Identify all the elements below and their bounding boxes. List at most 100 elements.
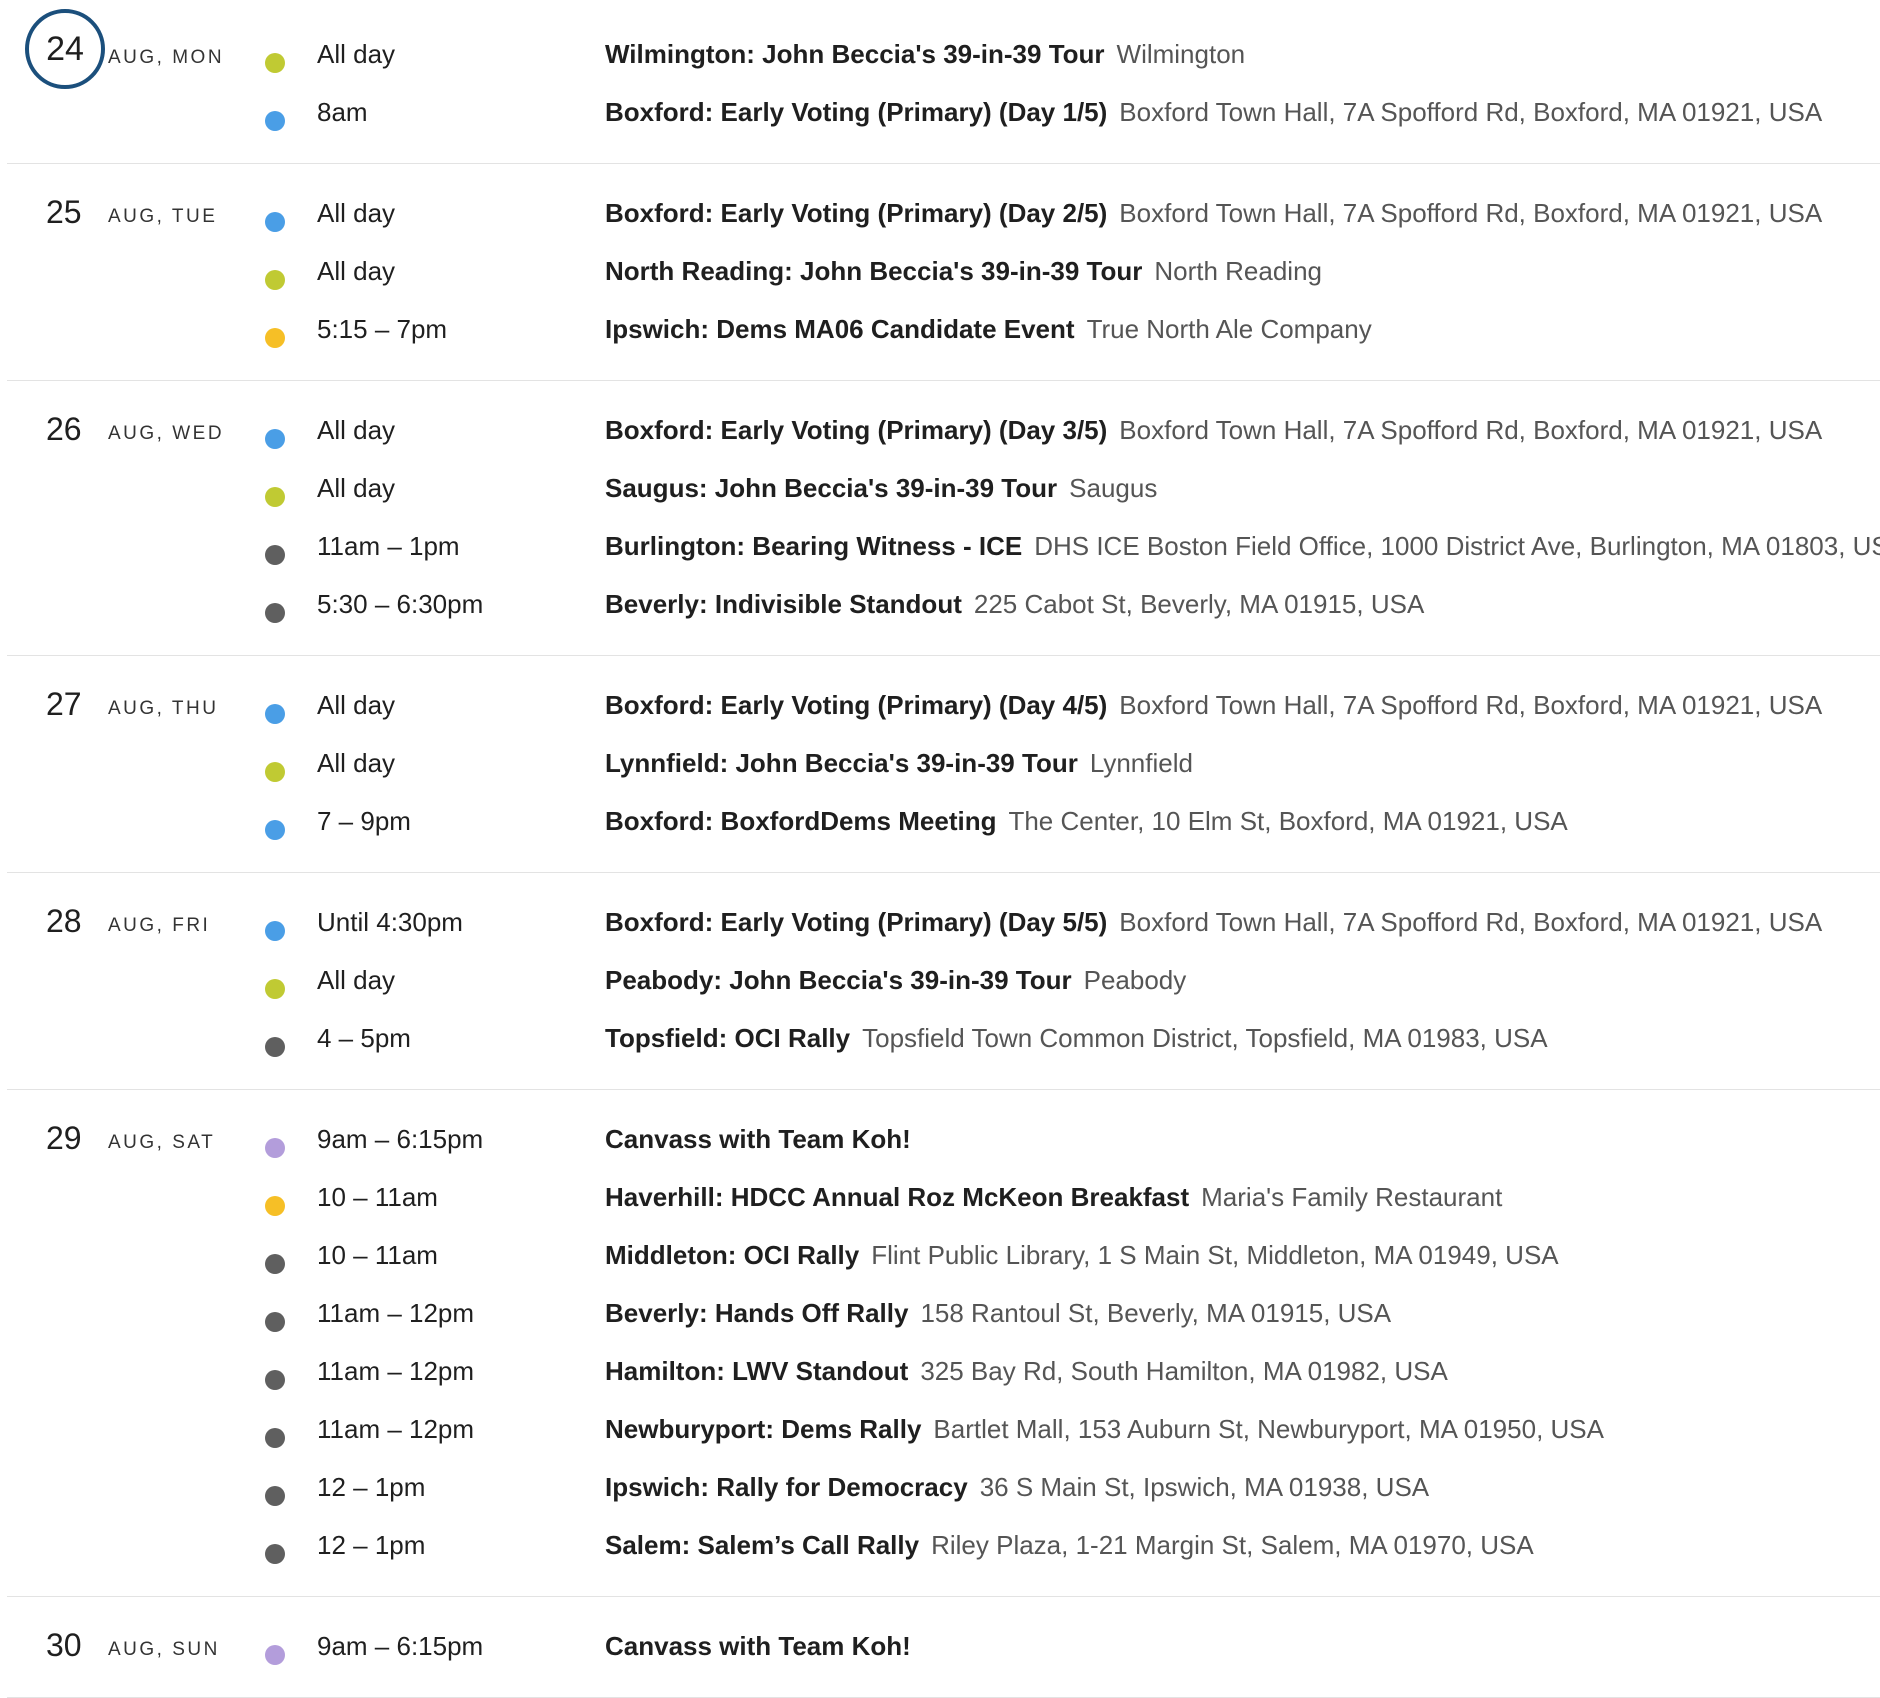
event-description: Boxford: Early Voting (Primary) (Day 3/5… <box>605 410 1822 450</box>
event-title: Boxford: Early Voting (Primary) (Day 1/5… <box>605 97 1108 127</box>
event-time: 4 – 5pm <box>317 1023 411 1053</box>
event-time: 9am – 6:15pm <box>317 1124 484 1154</box>
event-row[interactable]: 12 – 1pm Salem: Salem’s Call Rally Riley P… <box>7 1525 1880 1583</box>
event-title: Salem: Salem’s Call Rally <box>605 1530 920 1560</box>
event-location: Saugus <box>1069 473 1158 503</box>
event-time: 7 – 9pm <box>317 806 411 836</box>
event-row[interactable]: 10 – 11am Middleton: OCI Rally Flint Publi… <box>7 1235 1880 1293</box>
event-title: Topsfield: OCI Rally <box>605 1023 851 1053</box>
event-row[interactable]: All day Boxford: Early Voting (Primary) (… <box>7 193 1880 251</box>
event-description: Boxford: Early Voting (Primary) (Day 2/5… <box>605 193 1822 233</box>
event-description: Salem: Salem’s Call Rally Riley Plaza, 1-… <box>605 1525 1534 1565</box>
event-title: Beverly: Hands Off Rally <box>605 1298 909 1328</box>
event-time: All day <box>317 39 396 69</box>
event-time: 12 – 1pm <box>317 1472 426 1502</box>
event-row[interactable]: All day Peabody: John Beccia's 39-in-39 T… <box>7 960 1880 1018</box>
calendar-color-dot-icon <box>265 1544 285 1564</box>
event-title: Peabody: John Beccia's 39-in-39 Tour <box>605 965 1072 995</box>
event-description: Wilmington: John Beccia's 39-in-39 Tour W… <box>605 34 1245 74</box>
event-location: Peabody <box>1083 965 1187 995</box>
agenda-list: 24 AUG, MON All day Wilmington: John Beccia… <box>7 5 1880 1698</box>
event-title: Canvass with Team Koh! <box>605 1631 911 1661</box>
event-row[interactable]: 12 – 1pm Ipswich: Rally for Democracy 36 S… <box>7 1467 1880 1525</box>
event-row[interactable]: 11am – 12pm Hamilton: LWV Standout 325 Bay… <box>7 1351 1880 1409</box>
event-location: Wilmington <box>1116 39 1246 69</box>
event-description: Boxford: BoxfordDems Meeting The Center, … <box>605 801 1568 841</box>
calendar-color-dot-icon <box>265 1196 285 1216</box>
event-title: Beverly: Indivisible Standout <box>605 589 962 619</box>
event-row[interactable]: 4 – 5pm Topsfield: OCI Rally Topsfield Tow… <box>7 1018 1880 1076</box>
calendar-color-dot-icon <box>265 328 285 348</box>
event-description: Ipswich: Dems MA06 Candidate Event True N… <box>605 309 1372 349</box>
event-title: Ipswich: Dems MA06 Candidate Event <box>605 314 1075 344</box>
event-row[interactable]: All day North Reading: John Beccia's 39-i… <box>7 251 1880 309</box>
event-row[interactable]: 5:15 – 7pm Ipswich: Dems MA06 Candidate E… <box>7 309 1880 367</box>
event-description: Middleton: OCI Rally Flint Public Library… <box>605 1235 1559 1275</box>
day-group: 26 AUG, WED All day Boxford: Early Voting (… <box>7 381 1880 656</box>
event-time: 12 – 1pm <box>317 1530 426 1560</box>
event-title: Canvass with Team Koh! <box>605 1124 911 1154</box>
event-title: Wilmington: John Beccia's 39-in-39 Tour <box>605 39 1105 69</box>
event-title: Burlington: Bearing Witness - ICE <box>605 531 1023 561</box>
event-description: Canvass with Team Koh! <box>605 1119 911 1159</box>
event-location: Maria's Family Restaurant <box>1201 1182 1503 1212</box>
day-group: 30 AUG, SUN 9am – 6:15pm Canvass with Team … <box>7 1597 1880 1698</box>
event-location: Bartlet Mall, 153 Auburn St, Newburyport… <box>933 1414 1604 1444</box>
event-time: 11am – 12pm <box>317 1414 475 1444</box>
event-location: Boxford Town Hall, 7A Spofford Rd, Boxfo… <box>1119 690 1823 720</box>
event-time: 8am <box>317 97 368 127</box>
event-description: Canvass with Team Koh! <box>605 1626 911 1666</box>
event-row[interactable]: 11am – 1pm Burlington: Bearing Witness - … <box>7 526 1880 584</box>
event-description: Topsfield: OCI Rally Topsfield Town Commo… <box>605 1018 1548 1058</box>
event-row[interactable]: All day Boxford: Early Voting (Primary) (… <box>7 410 1880 468</box>
day-group: 25 AUG, TUE All day Boxford: Early Voting (… <box>7 164 1880 381</box>
event-location: True North Ale Company <box>1086 314 1372 344</box>
event-description: Haverhill: HDCC Annual Roz McKeon Breakf… <box>605 1177 1502 1217</box>
event-row[interactable]: All day Boxford: Early Voting (Primary) (… <box>7 685 1880 743</box>
event-time: 5:15 – 7pm <box>317 314 448 344</box>
event-row[interactable]: 10 – 11am Haverhill: HDCC Annual Roz McKe… <box>7 1177 1880 1235</box>
event-row[interactable]: All day Wilmington: John Beccia's 39-in-3… <box>7 34 1880 92</box>
calendar-color-dot-icon <box>265 1370 285 1390</box>
event-description: Ipswich: Rally for Democracy 36 S Main St… <box>605 1467 1429 1507</box>
event-title: Boxford: Early Voting (Primary) (Day 3/5… <box>605 415 1108 445</box>
calendar-color-dot-icon <box>265 762 285 782</box>
event-location: Lynnfield <box>1089 748 1193 778</box>
calendar-color-dot-icon <box>265 487 285 507</box>
event-location: The Center, 10 Elm St, Boxford, MA 01921… <box>1008 806 1568 836</box>
event-location: Topsfield Town Common District, Topsfiel… <box>862 1023 1548 1053</box>
calendar-color-dot-icon <box>265 429 285 449</box>
calendar-color-dot-icon <box>265 270 285 290</box>
event-row[interactable]: Until 4:30pm Boxford: Early Voting (Prima… <box>7 902 1880 960</box>
event-row[interactable]: 9am – 6:15pm Canvass with Team Koh! <box>7 1626 1880 1684</box>
event-location: 36 S Main St, Ipswich, MA 01938, USA <box>979 1472 1430 1502</box>
event-location: Flint Public Library, 1 S Main St, Middl… <box>871 1240 1559 1270</box>
event-row[interactable]: All day Saugus: John Beccia's 39-in-39 To… <box>7 468 1880 526</box>
event-description: Boxford: Early Voting (Primary) (Day 4/5… <box>605 685 1822 725</box>
event-row[interactable]: 11am – 12pm Newburyport: Dems Rally Bartle… <box>7 1409 1880 1467</box>
event-title: Hamilton: LWV Standout <box>605 1356 909 1386</box>
calendar-color-dot-icon <box>265 1428 285 1448</box>
event-title: Saugus: John Beccia's 39-in-39 Tour <box>605 473 1058 503</box>
event-row[interactable]: All day Lynnfield: John Beccia's 39-in-39… <box>7 743 1880 801</box>
event-row[interactable]: 9am – 6:15pm Canvass with Team Koh! <box>7 1119 1880 1177</box>
event-row[interactable]: 7 – 9pm Boxford: BoxfordDems Meeting The C… <box>7 801 1880 859</box>
event-description: Beverly: Indivisible Standout 225 Cabot S… <box>605 584 1424 624</box>
calendar-color-dot-icon <box>265 545 285 565</box>
event-title: Boxford: BoxfordDems Meeting <box>605 806 997 836</box>
event-description: Lynnfield: John Beccia's 39-in-39 Tour Ly… <box>605 743 1193 783</box>
event-time: All day <box>317 965 396 995</box>
event-time: All day <box>317 748 396 778</box>
event-row[interactable]: 11am – 12pm Beverly: Hands Off Rally 158 R… <box>7 1293 1880 1351</box>
calendar-color-dot-icon <box>265 603 285 623</box>
event-row[interactable]: 5:30 – 6:30pm Beverly: Indivisible Stando… <box>7 584 1880 642</box>
event-location: 158 Rantoul St, Beverly, MA 01915, USA <box>920 1298 1392 1328</box>
event-time: All day <box>317 473 396 503</box>
event-time: All day <box>317 198 396 228</box>
event-row[interactable]: 8am Boxford: Early Voting (Primary) (Day … <box>7 92 1880 150</box>
event-time: 10 – 11am <box>317 1182 438 1212</box>
calendar-color-dot-icon <box>265 921 285 941</box>
event-location: Boxford Town Hall, 7A Spofford Rd, Boxfo… <box>1119 907 1823 937</box>
event-location: 325 Bay Rd, South Hamilton, MA 01982, US… <box>920 1356 1448 1386</box>
event-description: Hamilton: LWV Standout 325 Bay Rd, South … <box>605 1351 1448 1391</box>
